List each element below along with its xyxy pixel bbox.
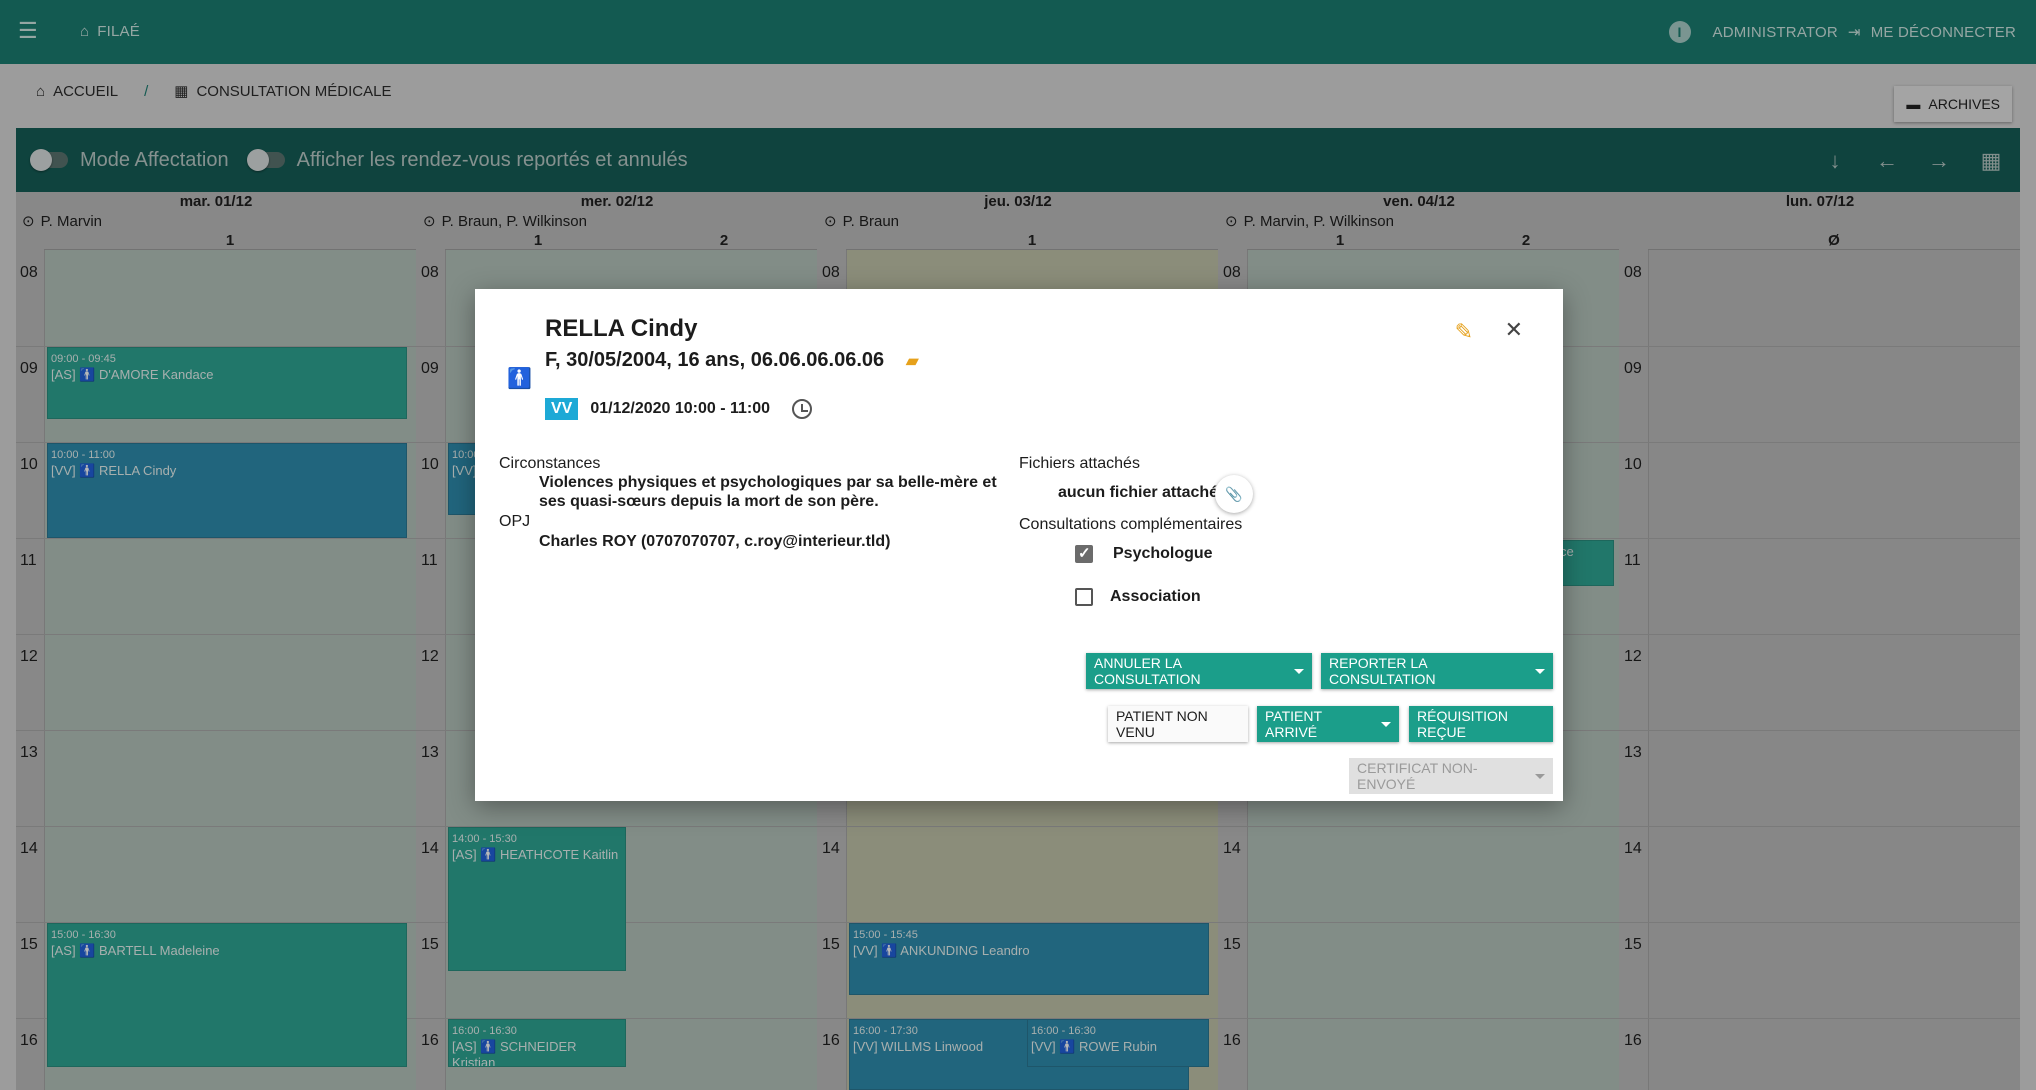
opj-value: Charles ROY (0707070707, c.roy@interieur… (539, 533, 891, 550)
pencil-icon[interactable]: ✎ (1455, 319, 1473, 345)
patient-arrived-button[interactable]: PATIENT ARRIVÉ (1257, 706, 1399, 742)
psychologue-label: Psychologue (1113, 545, 1213, 562)
psychologue-checkbox[interactable] (1075, 544, 1093, 563)
association-label: Association (1110, 588, 1201, 605)
patient-details: F, 30/05/2004, 16 ans, 06.06.06.06.06 (545, 349, 885, 371)
consultation-dialog: RELLA Cindy 🚹 F, 30/05/2004, 16 ans, 06.… (475, 289, 1563, 801)
paperclip-icon[interactable]: 📎 (1215, 475, 1253, 513)
cancel-consultation-button[interactable]: ANNULER LA CONSULTATION (1086, 653, 1312, 689)
appointment-datetime: 01/12/2020 10:00 - 11:00 (590, 400, 771, 417)
button-label: REPORTER LA CONSULTATION (1329, 655, 1436, 687)
caret-down-icon (1381, 721, 1391, 727)
folder-icon[interactable]: ▰ (906, 351, 918, 371)
certificate-not-sent-button[interactable]: CERTIFICAT NON-ENVOYÉ (1349, 758, 1553, 794)
appointment-summary: VV 01/12/2020 10:00 - 11:00 (545, 398, 813, 420)
appointment-type-badge: VV (545, 398, 579, 420)
caret-down-icon (1294, 668, 1304, 674)
button-label: CERTIFICAT NON-ENVOYÉ (1357, 760, 1478, 792)
circonstances-value: Violences physiques et psychologiques pa… (539, 474, 997, 510)
person-icon: 🚹 (507, 368, 532, 390)
postpone-consultation-button[interactable]: REPORTER LA CONSULTATION (1321, 653, 1553, 689)
circonstances-label: Circonstances (499, 455, 601, 472)
patient-not-present-button[interactable]: PATIENT NON VENU (1108, 706, 1248, 742)
association-checkbox[interactable] (1075, 588, 1093, 606)
caret-down-icon (1535, 773, 1545, 779)
button-label: PATIENT NON VENU (1116, 708, 1208, 740)
files-label: Fichiers attachés (1019, 455, 1140, 472)
requisition-received-button[interactable]: RÉQUISITION REÇUE (1409, 706, 1553, 742)
patient-name: RELLA Cindy (545, 315, 698, 342)
patient-info: F, 30/05/2004, 16 ans, 06.06.06.06.06 ▰ (545, 349, 918, 372)
close-icon[interactable]: ✕ (1505, 317, 1523, 343)
button-label: ANNULER LA CONSULTATION (1094, 655, 1201, 687)
extra-consultations-label: Consultations complémentaires (1019, 516, 1243, 533)
clock-icon[interactable] (792, 399, 813, 419)
caret-down-icon (1535, 668, 1545, 674)
files-value: aucun fichier attaché (1058, 484, 1219, 501)
button-label: PATIENT ARRIVÉ (1265, 708, 1322, 740)
button-label: RÉQUISITION REÇUE (1417, 708, 1509, 740)
opj-label: OPJ (499, 513, 531, 530)
